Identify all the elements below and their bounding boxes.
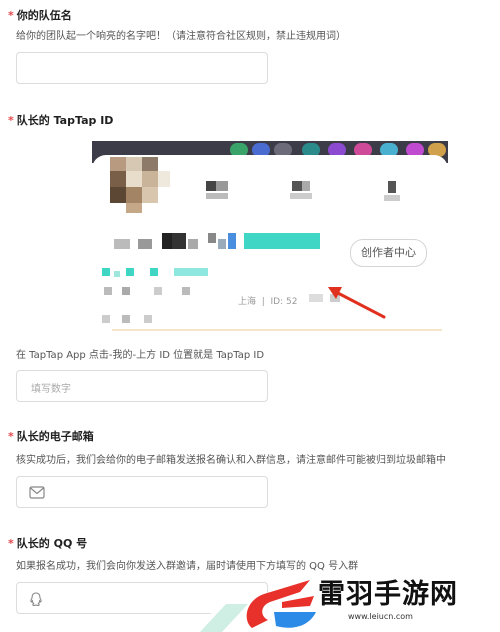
- avatar: [110, 157, 172, 215]
- captain-email-input[interactable]: [16, 476, 268, 508]
- captain-id-hint: 在 TapTap App 点击-我的-上方 ID 位置就是 TapTap ID: [16, 350, 265, 361]
- captain-email-hint: 核实成功后，我们会给你的电子邮箱发送报名确认和入群信息，请注意邮件可能被归到垃圾…: [16, 455, 446, 466]
- red-arrow-icon: [328, 287, 386, 319]
- required-mark: *: [8, 9, 14, 22]
- watermark-url: www.leiucn.com: [348, 612, 413, 621]
- mail-icon: [29, 486, 45, 499]
- captain-qq-label: * 队长的 QQ 号: [8, 537, 88, 550]
- captain-id-input[interactable]: 填写数字: [16, 370, 268, 402]
- location-id-line: 上海 | ID: 52: [238, 297, 298, 307]
- required-mark: *: [8, 114, 14, 127]
- profile-card: 创作者中心 上海 | ID: 52: [92, 155, 448, 331]
- required-mark: *: [8, 537, 14, 550]
- taptap-profile-screenshot: 创作者中心 上海 | ID: 52: [92, 141, 448, 331]
- team-name-hint: 给你的团队起一个响亮的名字吧！（请注意符合社区规则，禁止违规用词）: [16, 31, 346, 42]
- team-name-label: * 你的队伍名: [8, 9, 72, 22]
- qq-penguin-icon: [30, 592, 42, 607]
- creator-center-button: 创作者中心: [350, 239, 427, 267]
- team-name-input[interactable]: [16, 52, 268, 84]
- captain-id-label: * 队长的 TapTap ID: [8, 114, 114, 127]
- required-mark: *: [8, 430, 14, 443]
- watermark-text: 雷羽手游网: [318, 579, 458, 610]
- captain-email-label: * 队长的电子邮箱: [8, 430, 94, 443]
